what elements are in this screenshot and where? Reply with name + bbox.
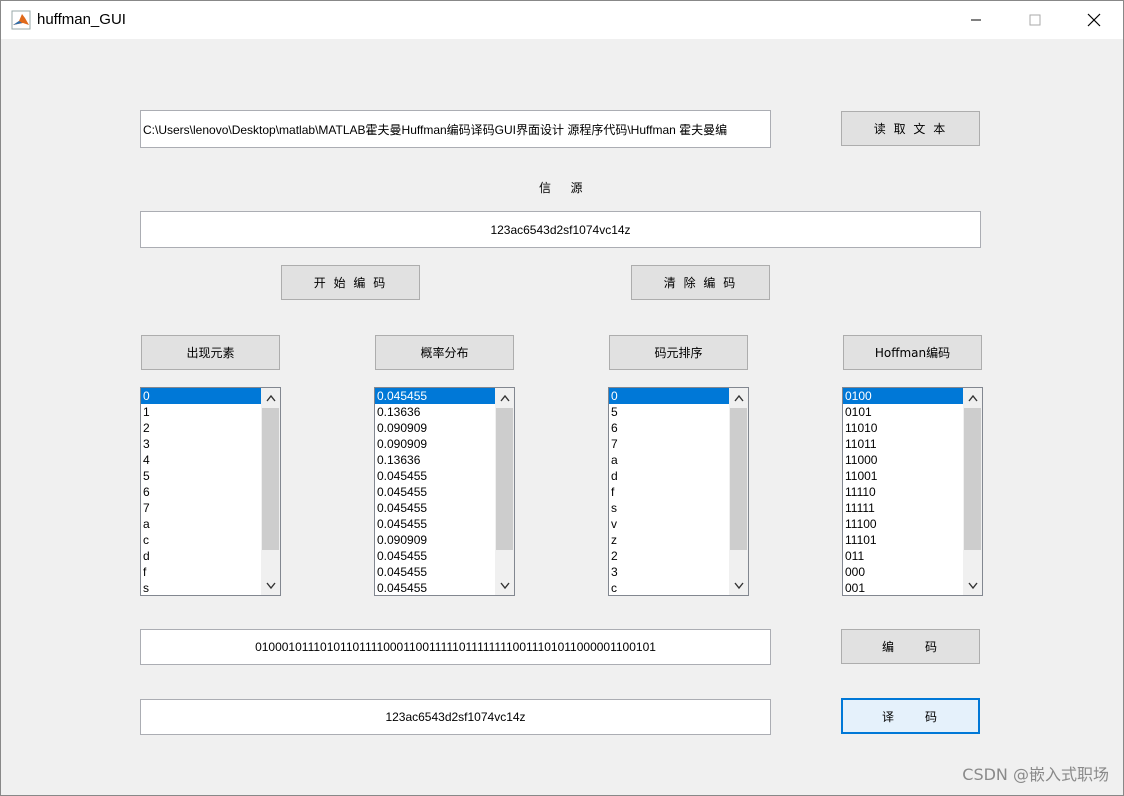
list-item[interactable]: 001 xyxy=(843,580,963,595)
symbol-sort-listbox[interactable]: 0567adfsvz23c xyxy=(608,387,749,596)
list-item[interactable]: a xyxy=(609,452,729,468)
elements-button[interactable]: 出现元素 xyxy=(141,335,280,370)
list-item[interactable]: 011 xyxy=(843,548,963,564)
scroll-down-icon[interactable] xyxy=(729,576,748,595)
list-item[interactable]: 5 xyxy=(609,404,729,420)
huffman-code-button[interactable]: Hoffman编码 xyxy=(843,335,982,370)
list-item[interactable]: 0.045455 xyxy=(375,484,495,500)
list-item[interactable]: 0.045455 xyxy=(375,580,495,595)
list-item[interactable]: c xyxy=(141,532,261,548)
list-item[interactable]: 0.045455 xyxy=(375,548,495,564)
list-item[interactable]: c xyxy=(609,580,729,595)
list-item[interactable]: 11000 xyxy=(843,452,963,468)
list-item[interactable]: 5 xyxy=(141,468,261,484)
app-window: huffman_GUI C:\Users\lenovo\Desktop\matl… xyxy=(0,0,1124,796)
list-item[interactable]: 0.090909 xyxy=(375,532,495,548)
list-item[interactable]: 11110 xyxy=(843,484,963,500)
list-item[interactable]: 7 xyxy=(141,500,261,516)
list-item[interactable]: f xyxy=(609,484,729,500)
list-item[interactable]: d xyxy=(609,468,729,484)
list-item[interactable]: s xyxy=(609,500,729,516)
scroll-thumb[interactable] xyxy=(964,408,981,550)
probability-button[interactable]: 概率分布 xyxy=(375,335,514,370)
scroll-up-icon[interactable] xyxy=(261,388,280,407)
list-item[interactable]: 6 xyxy=(609,420,729,436)
elements-listbox[interactable]: 01234567acdfs xyxy=(140,387,281,596)
scrollbar[interactable] xyxy=(495,388,514,595)
list-item[interactable]: 000 xyxy=(843,564,963,580)
source-field[interactable]: 123ac6543d2sf1074vc14z xyxy=(140,211,981,248)
symbol-sort-button[interactable]: 码元排序 xyxy=(609,335,748,370)
scroll-down-icon[interactable] xyxy=(261,576,280,595)
maximize-icon[interactable] xyxy=(1006,1,1064,39)
scroll-down-icon[interactable] xyxy=(495,576,514,595)
list-item[interactable]: 4 xyxy=(141,452,261,468)
source-label: 信 源 xyxy=(539,181,585,195)
list-item[interactable]: 0.045455 xyxy=(375,564,495,580)
scroll-thumb[interactable] xyxy=(262,408,279,550)
scroll-down-icon[interactable] xyxy=(963,576,982,595)
list-item[interactable]: 11100 xyxy=(843,516,963,532)
list-item[interactable]: 2 xyxy=(141,420,261,436)
matlab-icon xyxy=(11,10,31,30)
scroll-thumb[interactable] xyxy=(496,408,513,550)
list-item[interactable]: 0.045455 xyxy=(375,388,495,404)
scrollbar[interactable] xyxy=(261,388,280,595)
list-item[interactable]: 11010 xyxy=(843,420,963,436)
close-icon[interactable] xyxy=(1065,1,1123,39)
scroll-thumb[interactable] xyxy=(730,408,747,550)
decode-button[interactable]: 译 码 xyxy=(841,698,980,734)
list-item[interactable]: 11011 xyxy=(843,436,963,452)
list-item[interactable]: 0.045455 xyxy=(375,468,495,484)
list-item[interactable]: z xyxy=(609,532,729,548)
list-item[interactable]: 0.090909 xyxy=(375,420,495,436)
start-encode-button[interactable]: 开 始 编 码 xyxy=(281,265,420,300)
list-item[interactable]: 6 xyxy=(141,484,261,500)
clear-encode-button[interactable]: 清 除 编 码 xyxy=(631,265,770,300)
list-item[interactable]: 0.045455 xyxy=(375,500,495,516)
list-item[interactable]: 11101 xyxy=(843,532,963,548)
scrollbar[interactable] xyxy=(729,388,748,595)
list-item[interactable]: d xyxy=(141,548,261,564)
list-item[interactable]: 7 xyxy=(609,436,729,452)
list-item[interactable]: 2 xyxy=(609,548,729,564)
list-item[interactable]: 0.13636 xyxy=(375,404,495,420)
encode-button[interactable]: 编 码 xyxy=(841,629,980,664)
scroll-up-icon[interactable] xyxy=(495,388,514,407)
list-item[interactable]: v xyxy=(609,516,729,532)
list-item[interactable]: 0100 xyxy=(843,388,963,404)
list-item[interactable]: 0101 xyxy=(843,404,963,420)
list-item[interactable]: f xyxy=(141,564,261,580)
read-text-button[interactable]: 读 取 文 本 xyxy=(841,111,980,146)
list-item[interactable]: 1 xyxy=(141,404,261,420)
list-item[interactable]: 3 xyxy=(141,436,261,452)
list-item[interactable]: 3 xyxy=(609,564,729,580)
list-item[interactable]: 0.045455 xyxy=(375,516,495,532)
huffman-code-listbox[interactable]: 0100 0101 11010 11011 11000 11001 11110 11111 11… xyxy=(842,387,983,596)
list-item[interactable]: s xyxy=(141,580,261,595)
watermark: CSDN @嵌入式职场 xyxy=(962,765,1109,784)
scroll-up-icon[interactable] xyxy=(729,388,748,407)
list-item[interactable]: 0 xyxy=(141,388,261,404)
scrollbar[interactable] xyxy=(963,388,982,595)
list-item[interactable]: 0.13636 xyxy=(375,452,495,468)
list-item[interactable]: 0 xyxy=(609,388,729,404)
scroll-up-icon[interactable] xyxy=(963,388,982,407)
minimize-icon[interactable] xyxy=(947,1,1005,39)
encoded-output-field[interactable]: 0100010111010110111100011001111101111111… xyxy=(140,629,771,665)
file-path-field[interactable]: C:\Users\lenovo\Desktop\matlab\MATLAB霍夫曼… xyxy=(140,110,771,148)
title-bar: huffman_GUI xyxy=(1,1,1123,39)
window-title: huffman_GUI xyxy=(37,11,126,28)
list-item[interactable]: a xyxy=(141,516,261,532)
list-item[interactable]: 11111 xyxy=(843,500,963,516)
list-item[interactable]: 11001 xyxy=(843,468,963,484)
probability-listbox[interactable]: 0.045455 0.13636 0.090909 0.090909 0.13636 0.… xyxy=(374,387,515,596)
decoded-output-field[interactable]: 123ac6543d2sf1074vc14z xyxy=(140,699,771,735)
list-item[interactable]: 0.090909 xyxy=(375,436,495,452)
